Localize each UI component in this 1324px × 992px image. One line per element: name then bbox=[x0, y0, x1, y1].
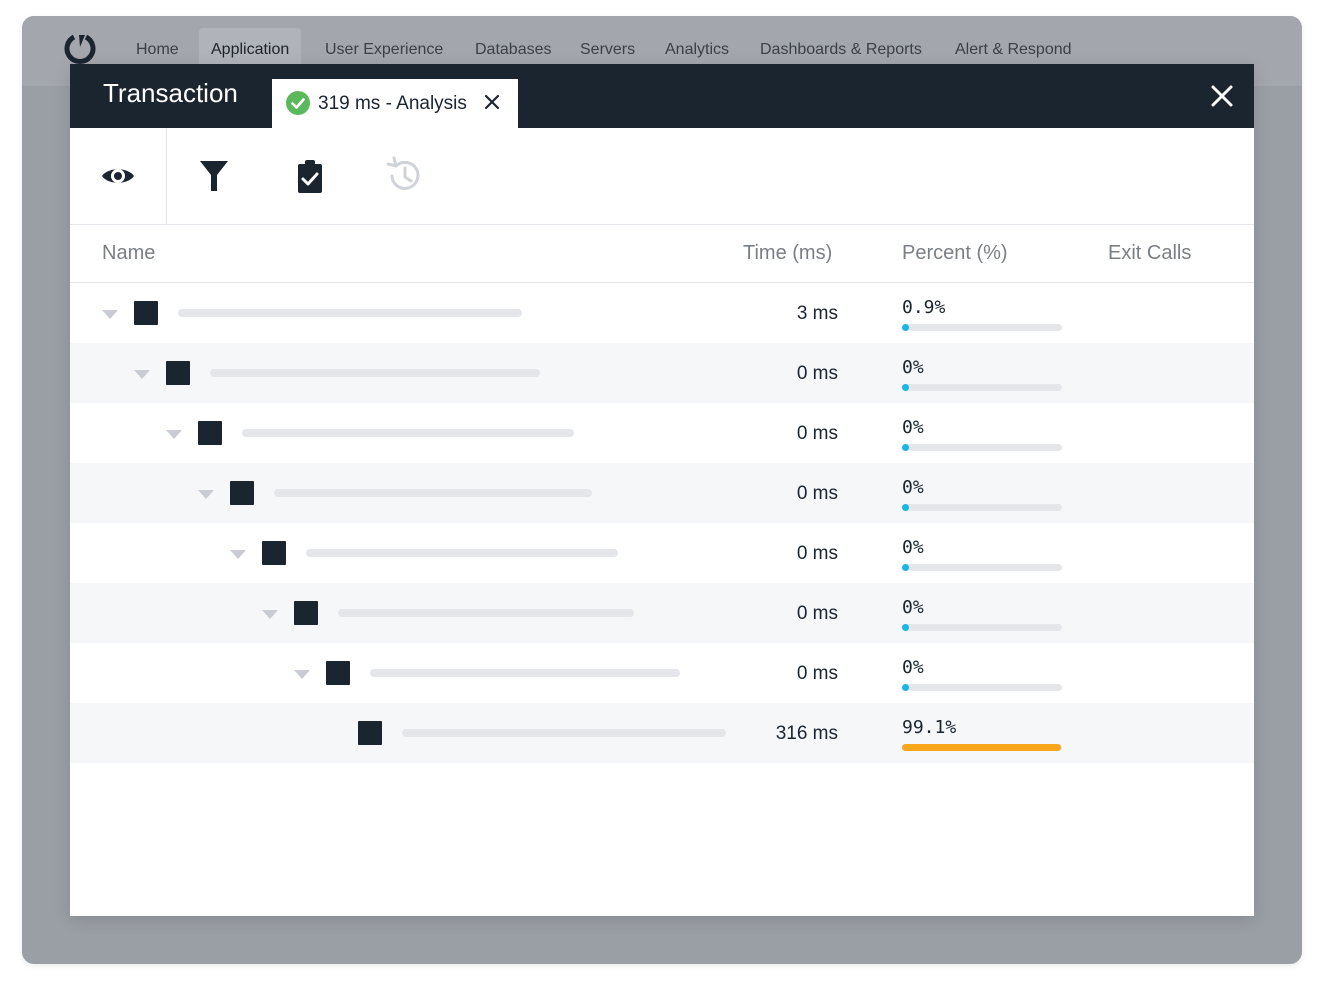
expand-caret-icon[interactable] bbox=[294, 670, 310, 679]
node-type-icon bbox=[166, 361, 190, 385]
row-name-placeholder bbox=[274, 489, 592, 497]
percent-bar bbox=[902, 624, 1062, 631]
expand-caret-icon[interactable] bbox=[134, 370, 150, 379]
row-name-placeholder bbox=[242, 429, 574, 437]
percent-bar bbox=[902, 684, 1062, 691]
modal-close-icon[interactable] bbox=[1210, 84, 1234, 108]
expand-caret-icon[interactable] bbox=[166, 430, 182, 439]
percent-bar-fill bbox=[902, 564, 909, 571]
node-type-icon bbox=[358, 721, 382, 745]
percent-bar-fill bbox=[902, 504, 909, 511]
percent-bar-fill bbox=[902, 324, 909, 331]
node-type-icon bbox=[326, 661, 350, 685]
row-time: 0 ms bbox=[796, 663, 838, 684]
percent-bar bbox=[902, 564, 1062, 571]
percent-bar bbox=[902, 444, 1062, 451]
row-percent: 0% bbox=[902, 477, 924, 498]
row-time: 0 ms bbox=[796, 363, 838, 384]
transaction-modal: Transaction 319 ms - Analysis Name Time … bbox=[70, 64, 1254, 916]
table-row[interactable]: 0 ms 0% bbox=[70, 643, 1254, 703]
expand-caret-icon[interactable] bbox=[102, 310, 118, 319]
history-icon[interactable] bbox=[384, 155, 426, 197]
table-row[interactable]: 0 ms 0% bbox=[70, 343, 1254, 403]
row-time: 0 ms bbox=[796, 483, 838, 504]
row-percent: 0.9% bbox=[902, 297, 946, 318]
row-name-placeholder bbox=[402, 729, 726, 737]
brand-logo-icon[interactable] bbox=[64, 33, 96, 65]
clipboard-check-icon[interactable] bbox=[292, 158, 328, 194]
table-row[interactable]: 0 ms 0% bbox=[70, 463, 1254, 523]
node-type-icon bbox=[198, 421, 222, 445]
row-name-placeholder bbox=[210, 369, 540, 377]
percent-bar-fill bbox=[902, 744, 1061, 751]
row-percent: 0% bbox=[902, 417, 924, 438]
row-time: 0 ms bbox=[796, 543, 838, 564]
percent-bar-fill bbox=[902, 444, 909, 451]
node-type-icon bbox=[230, 481, 254, 505]
row-percent: 0% bbox=[902, 537, 924, 558]
table-row[interactable]: 316 ms 99.1% bbox=[70, 703, 1254, 763]
row-name-placeholder bbox=[338, 609, 634, 617]
column-header-exit-calls[interactable]: Exit Calls bbox=[1108, 242, 1191, 265]
percent-bar-fill bbox=[902, 684, 909, 691]
table-header: Name Time (ms) Percent (%) Exit Calls bbox=[70, 225, 1254, 283]
eye-icon[interactable] bbox=[100, 158, 136, 194]
percent-bar bbox=[902, 384, 1062, 391]
node-type-icon bbox=[262, 541, 286, 565]
row-percent: 0% bbox=[902, 357, 924, 378]
percent-bar bbox=[902, 324, 1062, 331]
row-time: 3 ms bbox=[796, 303, 838, 324]
expand-caret-icon[interactable] bbox=[230, 550, 246, 559]
node-type-icon bbox=[134, 301, 158, 325]
tab-close-icon[interactable] bbox=[484, 94, 500, 110]
row-time: 0 ms bbox=[796, 423, 838, 444]
row-name-placeholder bbox=[370, 669, 680, 677]
column-header-percent[interactable]: Percent (%) bbox=[902, 242, 1008, 265]
filter-icon[interactable] bbox=[196, 158, 232, 194]
row-percent: 0% bbox=[902, 597, 924, 618]
modal-header: Transaction 319 ms - Analysis bbox=[70, 64, 1254, 128]
table-row[interactable]: 3 ms 0.9% bbox=[70, 283, 1254, 343]
expand-caret-icon[interactable] bbox=[262, 610, 278, 619]
tab-label: 319 ms - Analysis bbox=[318, 93, 467, 114]
row-time: 316 ms bbox=[775, 723, 838, 744]
percent-bar-fill bbox=[902, 624, 909, 631]
toolbar bbox=[70, 128, 1254, 225]
expand-caret-icon[interactable] bbox=[198, 490, 214, 499]
percent-bar bbox=[902, 744, 1062, 751]
table-row[interactable]: 0 ms 0% bbox=[70, 523, 1254, 583]
percent-bar bbox=[902, 504, 1062, 511]
row-percent: 0% bbox=[902, 657, 924, 678]
table-row[interactable]: 0 ms 0% bbox=[70, 403, 1254, 463]
table-row[interactable]: 0 ms 0% bbox=[70, 583, 1254, 643]
column-header-time[interactable]: Time (ms) bbox=[743, 242, 832, 265]
node-type-icon bbox=[294, 601, 318, 625]
row-time: 0 ms bbox=[796, 603, 838, 624]
row-name-placeholder bbox=[178, 309, 522, 317]
toolbar-divider bbox=[166, 128, 167, 224]
row-percent: 99.1% bbox=[902, 717, 957, 738]
percent-bar-fill bbox=[902, 384, 909, 391]
row-name-placeholder bbox=[306, 549, 618, 557]
column-header-name[interactable]: Name bbox=[102, 242, 155, 265]
modal-title: Transaction bbox=[103, 78, 238, 108]
tab-analysis[interactable]: 319 ms - Analysis bbox=[272, 79, 518, 128]
check-circle-icon bbox=[286, 91, 310, 115]
